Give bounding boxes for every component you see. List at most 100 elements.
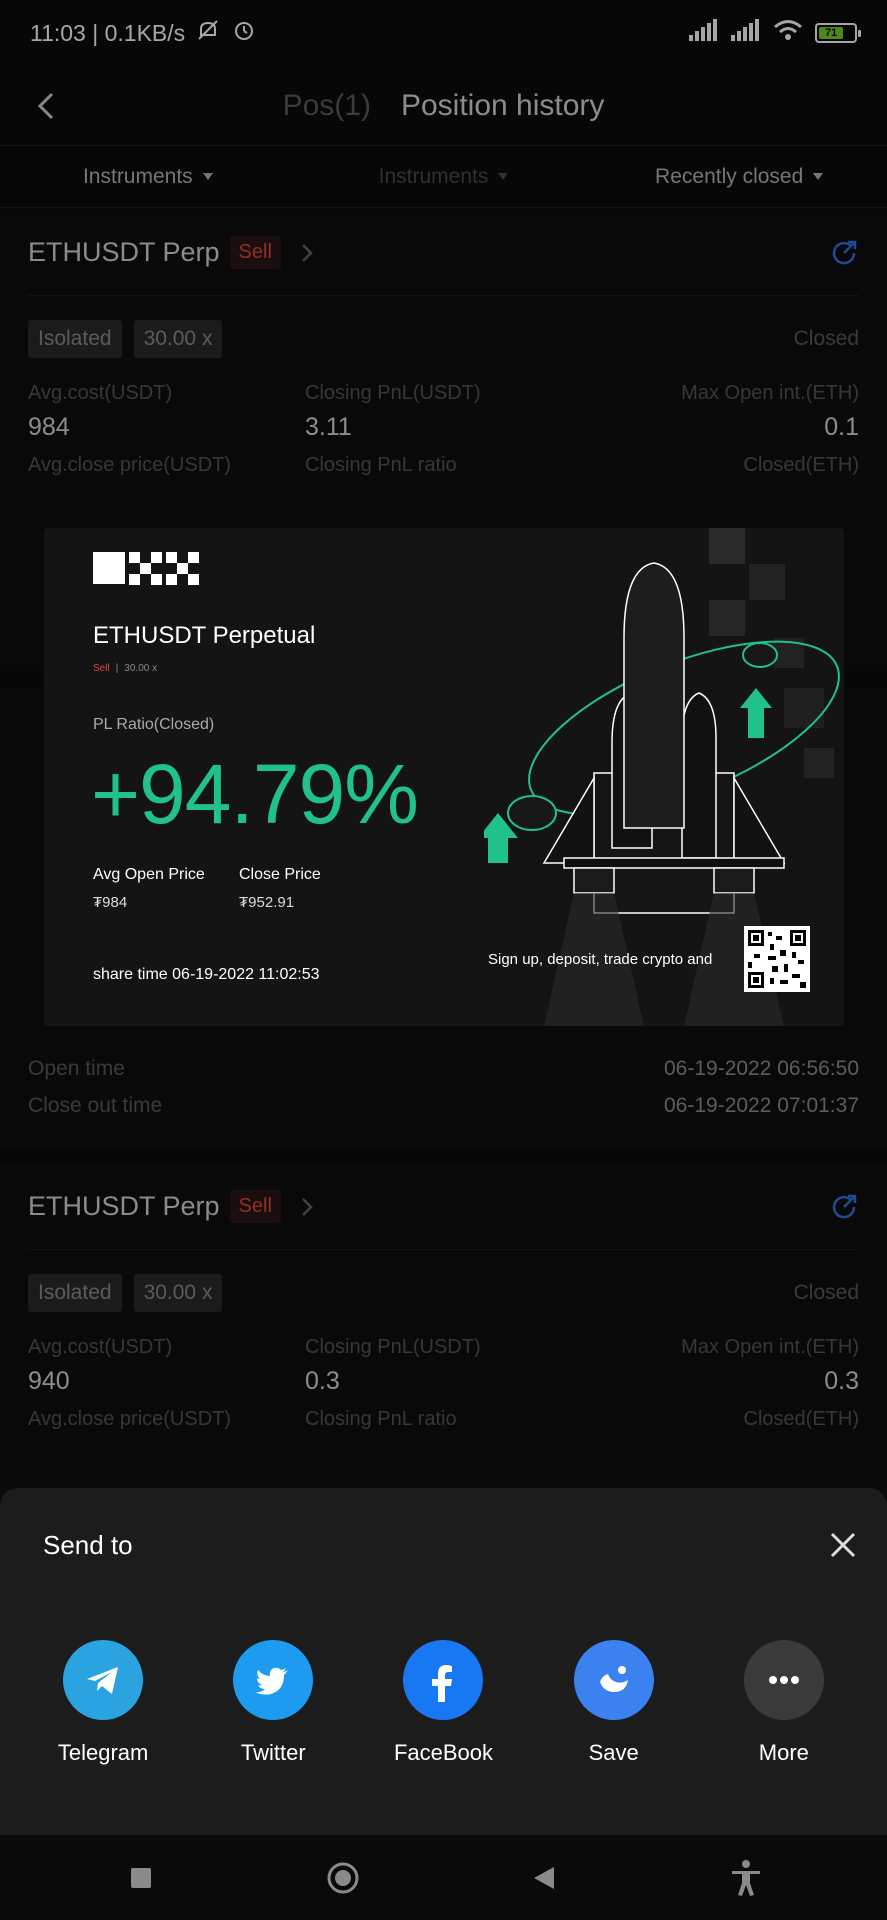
- filter-label: Instruments: [378, 164, 489, 188]
- status-label: Closed: [793, 1281, 859, 1304]
- tab-positions[interactable]: Pos(1): [283, 89, 371, 123]
- share-side: Sell: [93, 663, 110, 674]
- battery-level: 71: [819, 27, 844, 39]
- time-filter[interactable]: Recently closed: [591, 165, 887, 189]
- caret-down-icon: [813, 173, 824, 180]
- more-dots-icon: [743, 1640, 824, 1720]
- share-more-button[interactable]: More: [714, 1640, 854, 1766]
- status-time: 11:03 | 0.1KB/s: [30, 19, 186, 46]
- back-button[interactable]: [30, 88, 62, 124]
- page-header: Pos(1) Position history: [0, 66, 887, 146]
- accessibility-icon: [732, 1859, 761, 1896]
- avg-cost-value: 984: [28, 413, 70, 441]
- twitter-icon: [233, 1640, 314, 1720]
- alarm-icon: [231, 17, 257, 49]
- margin-mode-tag: Isolated: [28, 320, 122, 358]
- chevron-right-icon[interactable]: [299, 1195, 315, 1219]
- closed-eth-label: Closed(ETH): [743, 1408, 859, 1430]
- wifi-icon: [773, 19, 803, 47]
- share-icon[interactable]: [829, 1192, 859, 1222]
- instruments-filter-disabled[interactable]: Instruments: [296, 165, 592, 189]
- avg-open-label: Avg Open Price: [93, 866, 205, 883]
- share-icon[interactable]: [829, 238, 859, 268]
- filter-bar: Instruments Instruments Recently closed: [0, 146, 887, 208]
- system-nav-bar: [0, 1835, 887, 1920]
- instruments-filter[interactable]: Instruments: [0, 165, 296, 189]
- pair-name[interactable]: ETHUSDT Perp: [28, 1191, 220, 1222]
- leverage-tag: 30.00 x: [133, 1274, 223, 1312]
- home-circle-icon: [327, 1862, 359, 1893]
- accessibility-button[interactable]: [726, 1858, 766, 1898]
- share-title: ETHUSDT Perpetual: [93, 622, 316, 649]
- home-button[interactable]: [323, 1858, 363, 1898]
- share-label: FaceBook: [393, 1740, 493, 1765]
- share-telegram-button[interactable]: Telegram: [33, 1640, 173, 1766]
- signal-icon: [689, 19, 719, 47]
- max-open-label: Max Open int.(ETH): [681, 382, 859, 404]
- side-badge: Sell: [229, 1190, 281, 1223]
- share-label: Twitter: [240, 1740, 306, 1765]
- share-label: Telegram: [57, 1740, 149, 1765]
- avg-close-label: Avg.close price(USDT): [28, 454, 232, 476]
- close-price-label: Close Price: [239, 866, 321, 883]
- back-nav-button[interactable]: [524, 1858, 564, 1898]
- tab-position-history[interactable]: Position history: [401, 89, 604, 123]
- closing-pnl-label: Closing PnL(USDT): [305, 382, 481, 404]
- okx-logo: [93, 552, 199, 585]
- closed-eth-label: Closed(ETH): [743, 454, 859, 476]
- chevron-left-icon: [37, 92, 54, 120]
- status-bar: 11:03 | 0.1KB/s 71: [0, 0, 887, 66]
- close-time-value: 06-19-2022 07:01:37: [664, 1093, 859, 1117]
- side-badge: Sell: [229, 236, 281, 269]
- avg-cost-label: Avg.cost(USDT): [28, 382, 173, 404]
- filter-label: Instruments: [82, 164, 193, 188]
- open-time-value: 06-19-2022 06:56:50: [664, 1056, 859, 1080]
- share-tagline: Sign up, deposit, trade crypto and: [488, 951, 713, 968]
- close-price-value: ₮952.91: [239, 894, 295, 911]
- max-open-label: Max Open int.(ETH): [681, 1336, 859, 1358]
- max-open-value: 0.3: [824, 1367, 859, 1395]
- pnl-ratio-label: Closing PnL ratio: [305, 454, 457, 476]
- chevron-right-icon[interactable]: [299, 241, 315, 265]
- share-time: share time 06-19-2022 11:02:53: [93, 966, 320, 983]
- pair-name[interactable]: ETHUSDT Perp: [28, 237, 220, 268]
- pnl-ratio-label: Closing PnL ratio: [305, 1408, 457, 1430]
- share-image-card: ETHUSDT Perpetual Sell | 30.00 x PL Rati…: [44, 528, 844, 1026]
- recents-button[interactable]: [121, 1858, 161, 1898]
- qr-code: [744, 926, 810, 992]
- battery-icon: 71: [815, 23, 861, 43]
- status-label: Closed: [793, 327, 859, 350]
- share-leverage: 30.00 x: [124, 663, 158, 674]
- avg-cost-label: Avg.cost(USDT): [28, 1336, 173, 1358]
- position-card: ETHUSDT Perp Sell Isolated 30.00 x Close…: [0, 1164, 887, 1488]
- open-time-label: Open time: [28, 1056, 125, 1080]
- signal-icon: [731, 19, 761, 47]
- telegram-icon: [63, 1640, 144, 1720]
- max-open-value: 0.1: [824, 413, 859, 441]
- pl-ratio-value: +94.79%: [91, 747, 419, 841]
- leverage-tag: 30.00 x: [133, 320, 223, 358]
- share-subtitle: Sell | 30.00 x: [93, 663, 158, 674]
- share-label: Save: [588, 1740, 639, 1765]
- closing-pnl-label: Closing PnL(USDT): [305, 1336, 481, 1358]
- triangle-back-icon: [534, 1866, 555, 1889]
- mute-icon: [195, 17, 221, 49]
- share-facebook-button[interactable]: FaceBook: [373, 1640, 513, 1766]
- share-twitter-button[interactable]: Twitter: [203, 1640, 343, 1766]
- facebook-icon: [403, 1640, 484, 1720]
- close-icon[interactable]: [826, 1528, 860, 1562]
- save-image-icon: [573, 1640, 654, 1720]
- caret-down-icon: [498, 173, 509, 180]
- closing-pnl-value: 0.3: [305, 1367, 340, 1395]
- pl-ratio-label: PL Ratio(Closed): [93, 716, 215, 733]
- share-sheet: Send to Telegram Twitter FaceBook Save M…: [0, 1488, 887, 1835]
- filter-label: Recently closed: [655, 164, 804, 188]
- share-label: More: [758, 1740, 809, 1765]
- avg-cost-value: 940: [28, 1367, 70, 1395]
- avg-open-value: ₮984: [93, 894, 128, 911]
- close-time-label: Close out time: [28, 1093, 163, 1117]
- square-icon: [130, 1867, 151, 1888]
- margin-mode-tag: Isolated: [28, 1274, 122, 1312]
- avg-close-label: Avg.close price(USDT): [28, 1408, 232, 1430]
- share-save-button[interactable]: Save: [544, 1640, 684, 1766]
